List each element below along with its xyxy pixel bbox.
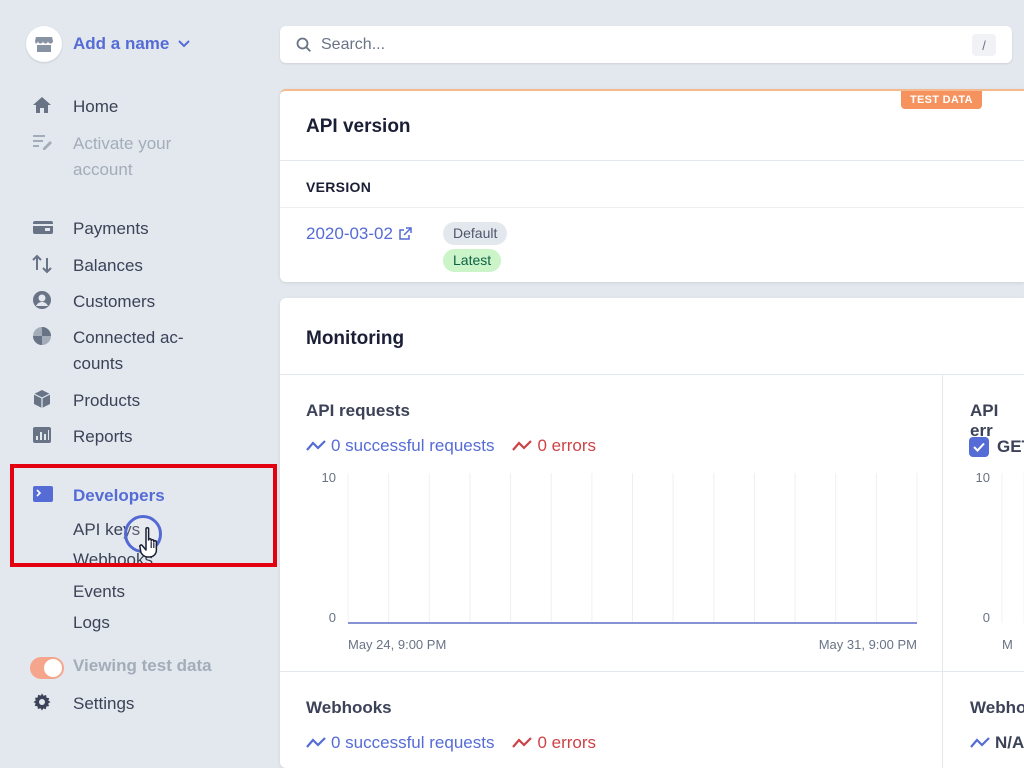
divider	[280, 671, 1024, 672]
api-version-title: API version	[306, 116, 411, 137]
toggle-knob	[44, 659, 62, 677]
sidebar-item-customers[interactable]: Customers	[32, 289, 155, 315]
transfer-arrows-icon	[32, 253, 56, 275]
search-icon	[296, 37, 311, 52]
sidebar-item-payments[interactable]: Payments	[32, 216, 149, 242]
api-requests-title: API requests	[306, 401, 410, 420]
sidebar-subitem-events[interactable]: Events	[73, 582, 125, 602]
hand-cursor-icon	[139, 526, 158, 558]
api-errors-chart: 10 0 M	[976, 470, 1024, 652]
pie-chart-icon	[32, 325, 56, 347]
api-requests-chart: 10 0 May 24, 9:00 PM May 31, 9:00 PM	[322, 470, 918, 652]
account-switcher[interactable]: Add a name	[26, 26, 191, 62]
webhooks-title: Webhooks	[306, 698, 392, 717]
version-column-header: VERSION	[306, 179, 372, 195]
sidebar-item-home[interactable]: Home	[32, 94, 118, 120]
line-trend-icon	[512, 737, 533, 748]
latest-badge: Latest	[443, 249, 502, 272]
x-axis-start-label: M	[1002, 637, 1013, 652]
legend-successful: 0 successful requests	[306, 436, 494, 456]
webhooks-right-title: Webho	[970, 698, 1024, 717]
sidebar-item-balances[interactable]: Balances	[32, 253, 143, 279]
api-errors-title: API err	[970, 401, 999, 440]
test-data-badge: TEST DATA	[901, 91, 982, 109]
api-requests-legend: 0 successful requests 0 errors	[306, 436, 614, 456]
sidebar-item-label: Connected ac-counts	[73, 328, 184, 373]
sidebar-item-label: Balances	[73, 256, 143, 275]
y-axis-max-label: 10	[976, 470, 990, 485]
x-axis-end-label: May 31, 9:00 PM	[819, 637, 917, 652]
sidebar-item-label: Products	[73, 391, 141, 410]
sidebar-item-settings[interactable]: Settings	[32, 691, 134, 717]
panel-separator	[942, 375, 943, 768]
user-icon	[32, 289, 56, 311]
test-data-label: Viewing test data	[73, 656, 212, 675]
divider	[280, 374, 1024, 375]
box-icon	[32, 388, 56, 410]
payments-icon	[32, 216, 56, 238]
sidebar-item-label: Payments	[73, 219, 149, 238]
search-bar[interactable]: Search... /	[280, 26, 1012, 63]
line-trend-icon	[306, 737, 326, 748]
api-version-value[interactable]: 2020-03-02	[306, 224, 393, 244]
gear-icon	[32, 691, 56, 713]
search-shortcut-key: /	[972, 34, 996, 56]
store-icon	[26, 26, 62, 62]
sidebar-item-label: Home	[73, 97, 119, 116]
line-trend-icon	[970, 737, 990, 748]
x-axis-start-label: May 24, 9:00 PM	[348, 637, 446, 652]
divider	[280, 160, 1024, 161]
sidebar-item-products[interactable]: Products	[32, 388, 140, 414]
chart-grid	[1001, 473, 1024, 623]
legend-errors: 0 errors	[512, 436, 596, 456]
sidebar-item-activate-account[interactable]: Activate your account	[32, 131, 171, 183]
sidebar-item-label: Activate your account	[73, 134, 172, 179]
chart-grid	[347, 473, 918, 623]
get-filter-label: GET	[997, 437, 1024, 456]
sidebar: Add a name Home Activate your account Pay…	[0, 0, 280, 768]
sidebar-item-reports[interactable]: Reports	[32, 424, 133, 450]
api-version-link[interactable]: 2020-03-02	[306, 224, 412, 244]
webhooks-right-legend: N/A	[970, 733, 1024, 753]
home-icon	[32, 94, 56, 116]
legend-na: N/A	[970, 733, 1024, 753]
y-axis-max-label: 10	[322, 470, 336, 485]
default-badge: Default	[443, 222, 508, 245]
legend-successful: 0 successful requests	[306, 733, 494, 753]
y-axis-min-label: 0	[983, 610, 990, 625]
edit-list-icon	[32, 131, 56, 153]
sidebar-item-label: Reports	[73, 427, 133, 446]
line-trend-icon	[306, 440, 326, 451]
webhooks-legend: 0 successful requests 0 errors	[306, 733, 614, 753]
external-link-icon	[399, 227, 412, 240]
sidebar-item-connected-accounts[interactable]: Connected ac-counts	[32, 325, 184, 377]
sidebar-item-label: Settings	[73, 694, 135, 713]
api-version-card: TEST DATA API version VERSION 2020-03-02…	[280, 89, 1024, 282]
sidebar-subitem-logs[interactable]: Logs	[73, 613, 110, 633]
sidebar-item-label: Customers	[73, 292, 156, 311]
reports-icon	[32, 424, 56, 446]
legend-errors: 0 errors	[512, 733, 596, 753]
checkmark-icon	[973, 442, 985, 452]
search-input[interactable]: Search...	[321, 36, 385, 54]
line-trend-icon	[512, 440, 533, 451]
get-filter-checkbox[interactable]	[969, 437, 989, 457]
divider	[280, 207, 1024, 208]
chevron-down-icon	[178, 40, 191, 48]
y-axis-min-label: 0	[329, 610, 336, 625]
monitoring-title: Monitoring	[306, 328, 405, 349]
test-data-toggle[interactable]	[30, 657, 64, 679]
account-name[interactable]: Add a name	[73, 34, 169, 54]
monitoring-card: Monitoring API requests 0 successful req…	[280, 298, 1024, 768]
